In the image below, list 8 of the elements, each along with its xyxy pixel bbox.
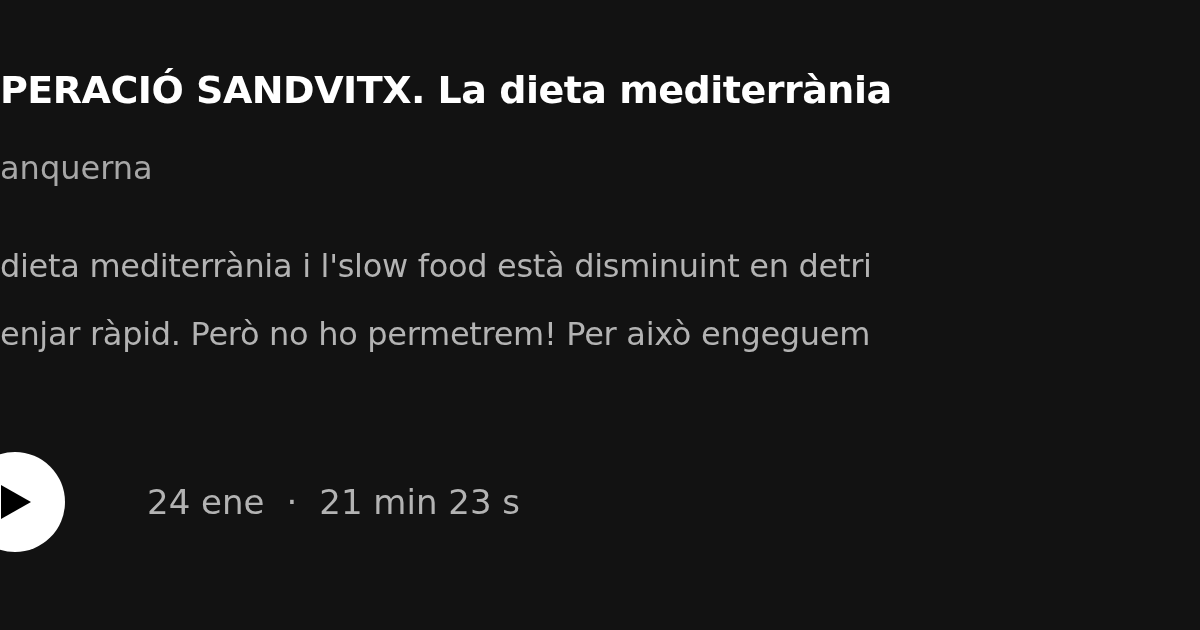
episode-duration: 21 min 23 s bbox=[319, 482, 521, 522]
show-name[interactable]: anquerna bbox=[0, 144, 153, 192]
play-icon bbox=[1, 485, 31, 519]
separator-dot: · bbox=[286, 482, 298, 522]
episode-date: 24 ene bbox=[147, 482, 265, 522]
description-line: enjar ràpid. Però no ho permetrem! Per això engeguem bbox=[0, 314, 871, 355]
episode-title: PERACIÓ SANDVITX. La dieta mediterrània bbox=[0, 67, 892, 114]
description-line: dieta mediterrània i l'slow food està disminuint en detri bbox=[0, 246, 872, 287]
